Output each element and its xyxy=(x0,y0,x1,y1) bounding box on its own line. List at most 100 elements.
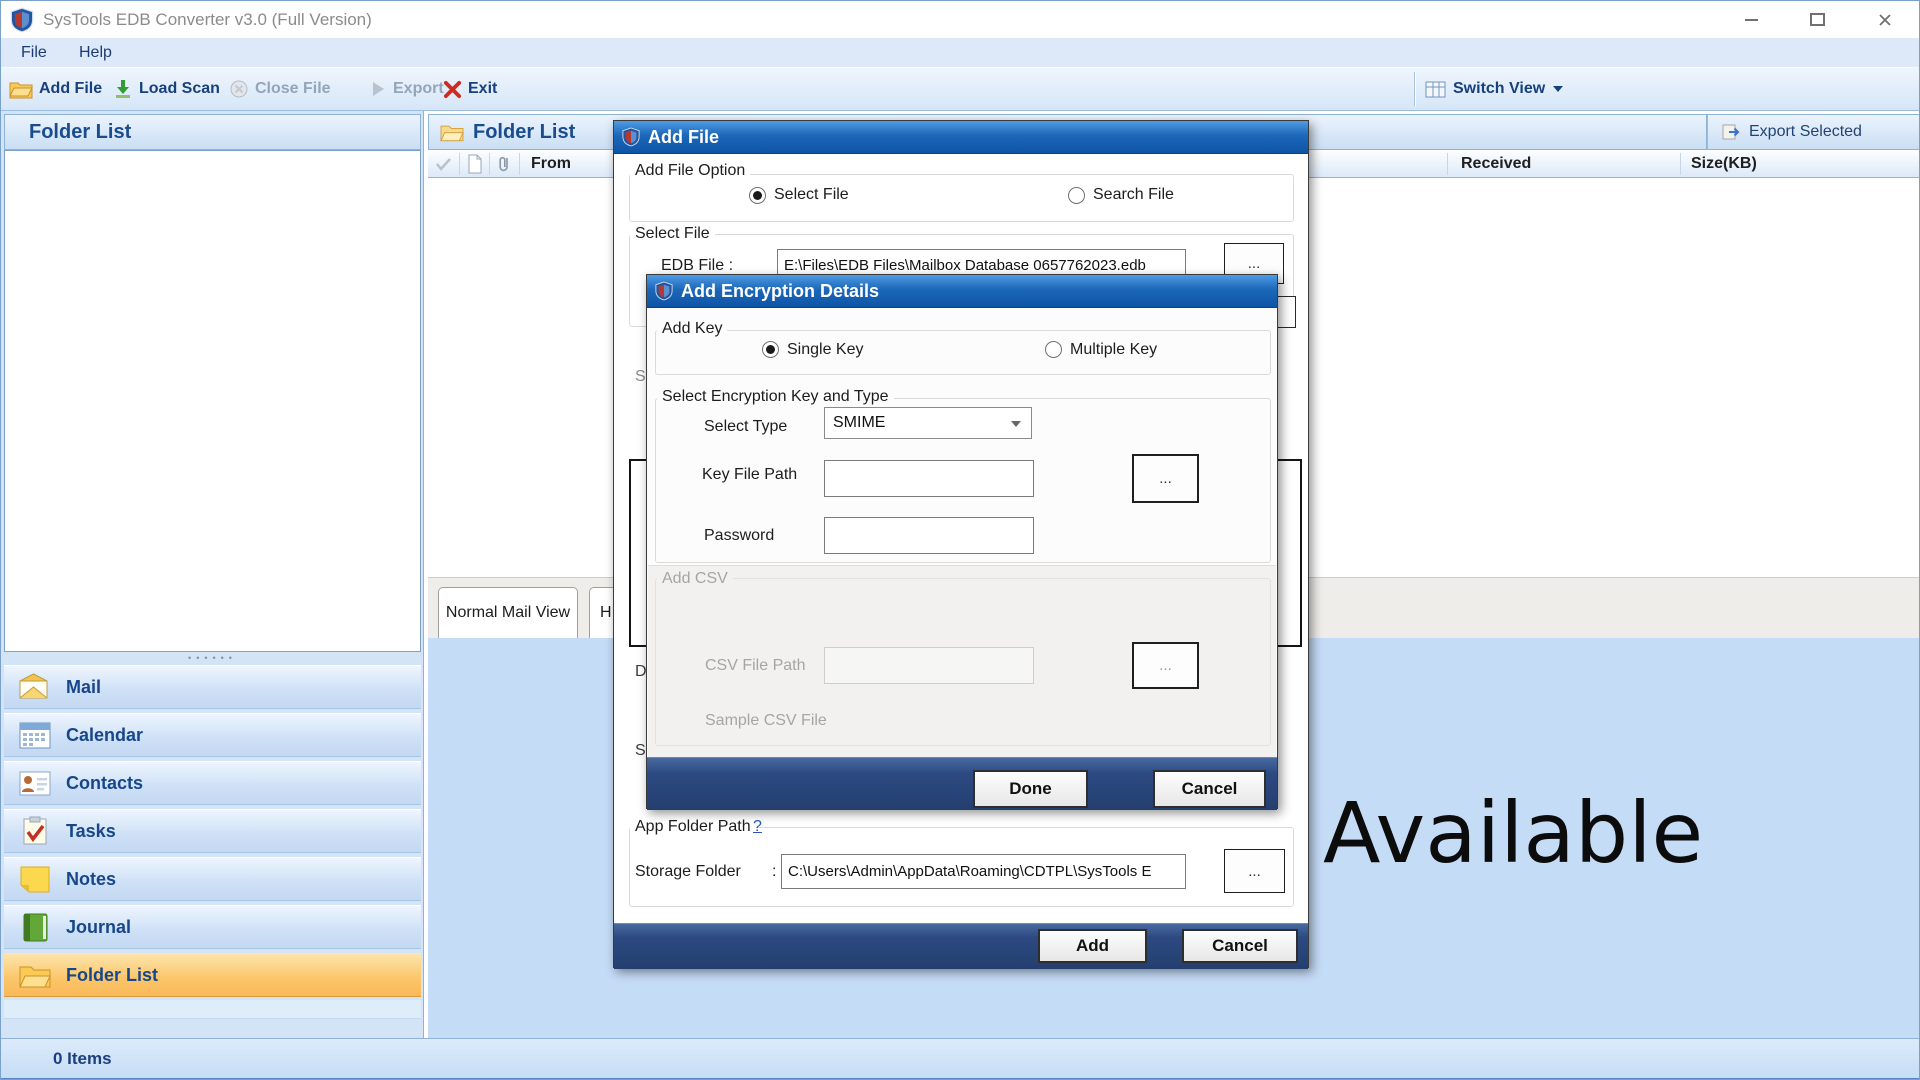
select-type-value: SMIME xyxy=(833,408,885,438)
column-paperclip-icon[interactable] xyxy=(495,154,513,174)
toolbar-switch-view-label: Switch View xyxy=(1453,80,1545,98)
minimize-button[interactable] xyxy=(1723,1,1779,38)
folder-icon xyxy=(18,959,52,991)
column-check-icon[interactable] xyxy=(434,155,454,173)
hidden-label-fragment: D xyxy=(635,663,647,681)
add-key-group xyxy=(655,330,1271,375)
csv-file-path-label: CSV File Path xyxy=(705,657,805,675)
storage-folder-browse-button[interactable]: ... xyxy=(1224,849,1285,893)
export-selected-button[interactable]: Export Selected xyxy=(1707,114,1920,150)
sidebar-item-label: Calendar xyxy=(66,725,143,746)
toolbar-export-label: Export xyxy=(393,80,444,98)
search-file-radio[interactable] xyxy=(1068,187,1085,204)
notes-icon xyxy=(18,863,52,895)
panel-splitter-handle[interactable]: •••••• xyxy=(4,652,421,665)
add-button[interactable]: Add xyxy=(1038,929,1147,963)
single-key-radio[interactable] xyxy=(762,341,779,358)
multiple-key-radio[interactable] xyxy=(1045,341,1062,358)
hidden-label-fragment: S xyxy=(635,742,646,760)
sidebar-item-journal[interactable]: Journal xyxy=(4,905,421,949)
list-panel-header-label: Folder List xyxy=(473,121,575,144)
column-header-received[interactable]: Received xyxy=(1461,150,1531,178)
sidebar-item-mail[interactable]: Mail xyxy=(4,665,421,709)
status-bar: 0 Items xyxy=(1,1038,1920,1078)
key-type-group-label: Select Encryption Key and Type xyxy=(657,388,894,406)
left-panel: Folder List •••••• Mail Calendar Contact… xyxy=(1,111,424,1038)
add-file-dialog-title: Add File xyxy=(648,127,719,148)
sidebar-item-tasks[interactable]: Tasks xyxy=(4,809,421,853)
mail-icon xyxy=(18,671,52,703)
toolbar-load-scan-label: Load Scan xyxy=(139,80,220,98)
encryption-dialog-title: Add Encryption Details xyxy=(681,281,879,302)
single-key-radio-label[interactable]: Single Key xyxy=(787,341,864,359)
multiple-key-radio-label[interactable]: Multiple Key xyxy=(1070,341,1157,359)
app-folder-help-link[interactable]: ? xyxy=(753,818,762,836)
tab-normal-mail-view[interactable]: Normal Mail View xyxy=(438,587,578,638)
csv-browse-button: ... xyxy=(1132,642,1199,689)
contacts-icon xyxy=(18,767,52,799)
add-key-group-label: Add Key xyxy=(657,320,727,338)
folder-tree-area[interactable] xyxy=(4,150,421,652)
menu-file[interactable]: File xyxy=(13,38,55,67)
column-header-size[interactable]: Size(KB) xyxy=(1691,150,1757,178)
sidebar-item-contacts[interactable]: Contacts xyxy=(4,761,421,805)
password-input[interactable] xyxy=(824,517,1034,554)
key-file-browse-button[interactable]: ... xyxy=(1132,454,1199,503)
journal-icon xyxy=(18,911,52,943)
toolbar-exit-button[interactable]: Exit xyxy=(443,68,497,110)
sidebar-item-label: Journal xyxy=(66,917,131,938)
search-file-radio-label[interactable]: Search File xyxy=(1093,186,1174,204)
window-title: SysTools EDB Converter v3.0 (Full Versio… xyxy=(43,1,372,38)
add-file-option-group-label: Add File Option xyxy=(630,162,750,180)
export-selected-label: Export Selected xyxy=(1749,123,1862,141)
sidebar-item-label: Notes xyxy=(66,869,116,890)
encryption-cancel-button[interactable]: Cancel xyxy=(1153,770,1266,808)
maximize-button[interactable] xyxy=(1789,1,1845,38)
close-button[interactable] xyxy=(1857,1,1913,38)
done-button[interactable]: Done xyxy=(973,770,1088,808)
key-file-path-input[interactable] xyxy=(824,460,1034,497)
toolbar: Add File Load Scan Close File Export Exi… xyxy=(1,67,1920,111)
key-file-path-label: Key File Path xyxy=(702,466,797,484)
maximize-icon xyxy=(1810,13,1825,26)
sidebar-item-calendar[interactable]: Calendar xyxy=(4,713,421,757)
select-file-radio[interactable] xyxy=(749,187,766,204)
column-header-from[interactable]: From xyxy=(531,150,571,178)
select-file-group-label: Select File xyxy=(630,225,715,243)
switch-view-grid-icon xyxy=(1425,80,1447,99)
close-icon xyxy=(1878,13,1892,27)
sidebar-item-label: Contacts xyxy=(66,773,143,794)
export-selected-icon xyxy=(1722,123,1742,141)
toolbar-add-file-button[interactable]: Add File xyxy=(9,68,102,110)
select-type-label: Select Type xyxy=(704,418,787,436)
toolbar-add-file-label: Add File xyxy=(39,80,102,98)
calendar-icon xyxy=(18,719,52,751)
storage-folder-label: Storage Folder xyxy=(635,863,741,881)
title-bar: SysTools EDB Converter v3.0 (Full Versio… xyxy=(1,1,1920,39)
toolbar-close-file-label: Close File xyxy=(255,80,331,98)
edb-file-label: EDB File : xyxy=(661,257,733,275)
menu-help[interactable]: Help xyxy=(71,38,120,67)
dropdown-caret-icon xyxy=(1011,421,1021,427)
storage-folder-input[interactable] xyxy=(781,854,1186,889)
add-file-folder-icon xyxy=(9,79,33,99)
column-document-icon[interactable] xyxy=(465,154,484,174)
left-panel-header-label: Folder List xyxy=(29,121,131,144)
sidebar-item-label: Mail xyxy=(66,677,101,698)
toolbar-switch-view-button[interactable]: Switch View xyxy=(1425,68,1563,110)
items-count: 0 Items xyxy=(53,1039,112,1079)
exit-icon xyxy=(443,80,462,99)
encryption-dialog-titlebar: Add Encryption Details xyxy=(647,275,1277,308)
select-type-dropdown[interactable]: SMIME xyxy=(824,407,1032,439)
export-icon xyxy=(369,79,387,99)
toolbar-load-scan-button[interactable]: Load Scan xyxy=(113,68,220,110)
add-file-cancel-button[interactable]: Cancel xyxy=(1182,929,1298,963)
sidebar-item-folder-list[interactable]: Folder List xyxy=(4,953,421,997)
left-panel-header: Folder List xyxy=(4,114,421,150)
toolbar-separator xyxy=(1414,72,1416,106)
select-file-radio-label[interactable]: Select File xyxy=(774,186,849,204)
sidebar-item-notes[interactable]: Notes xyxy=(4,857,421,901)
add-file-option-group xyxy=(629,174,1294,222)
csv-file-path-input xyxy=(824,647,1034,684)
storage-folder-colon: : xyxy=(772,863,776,881)
